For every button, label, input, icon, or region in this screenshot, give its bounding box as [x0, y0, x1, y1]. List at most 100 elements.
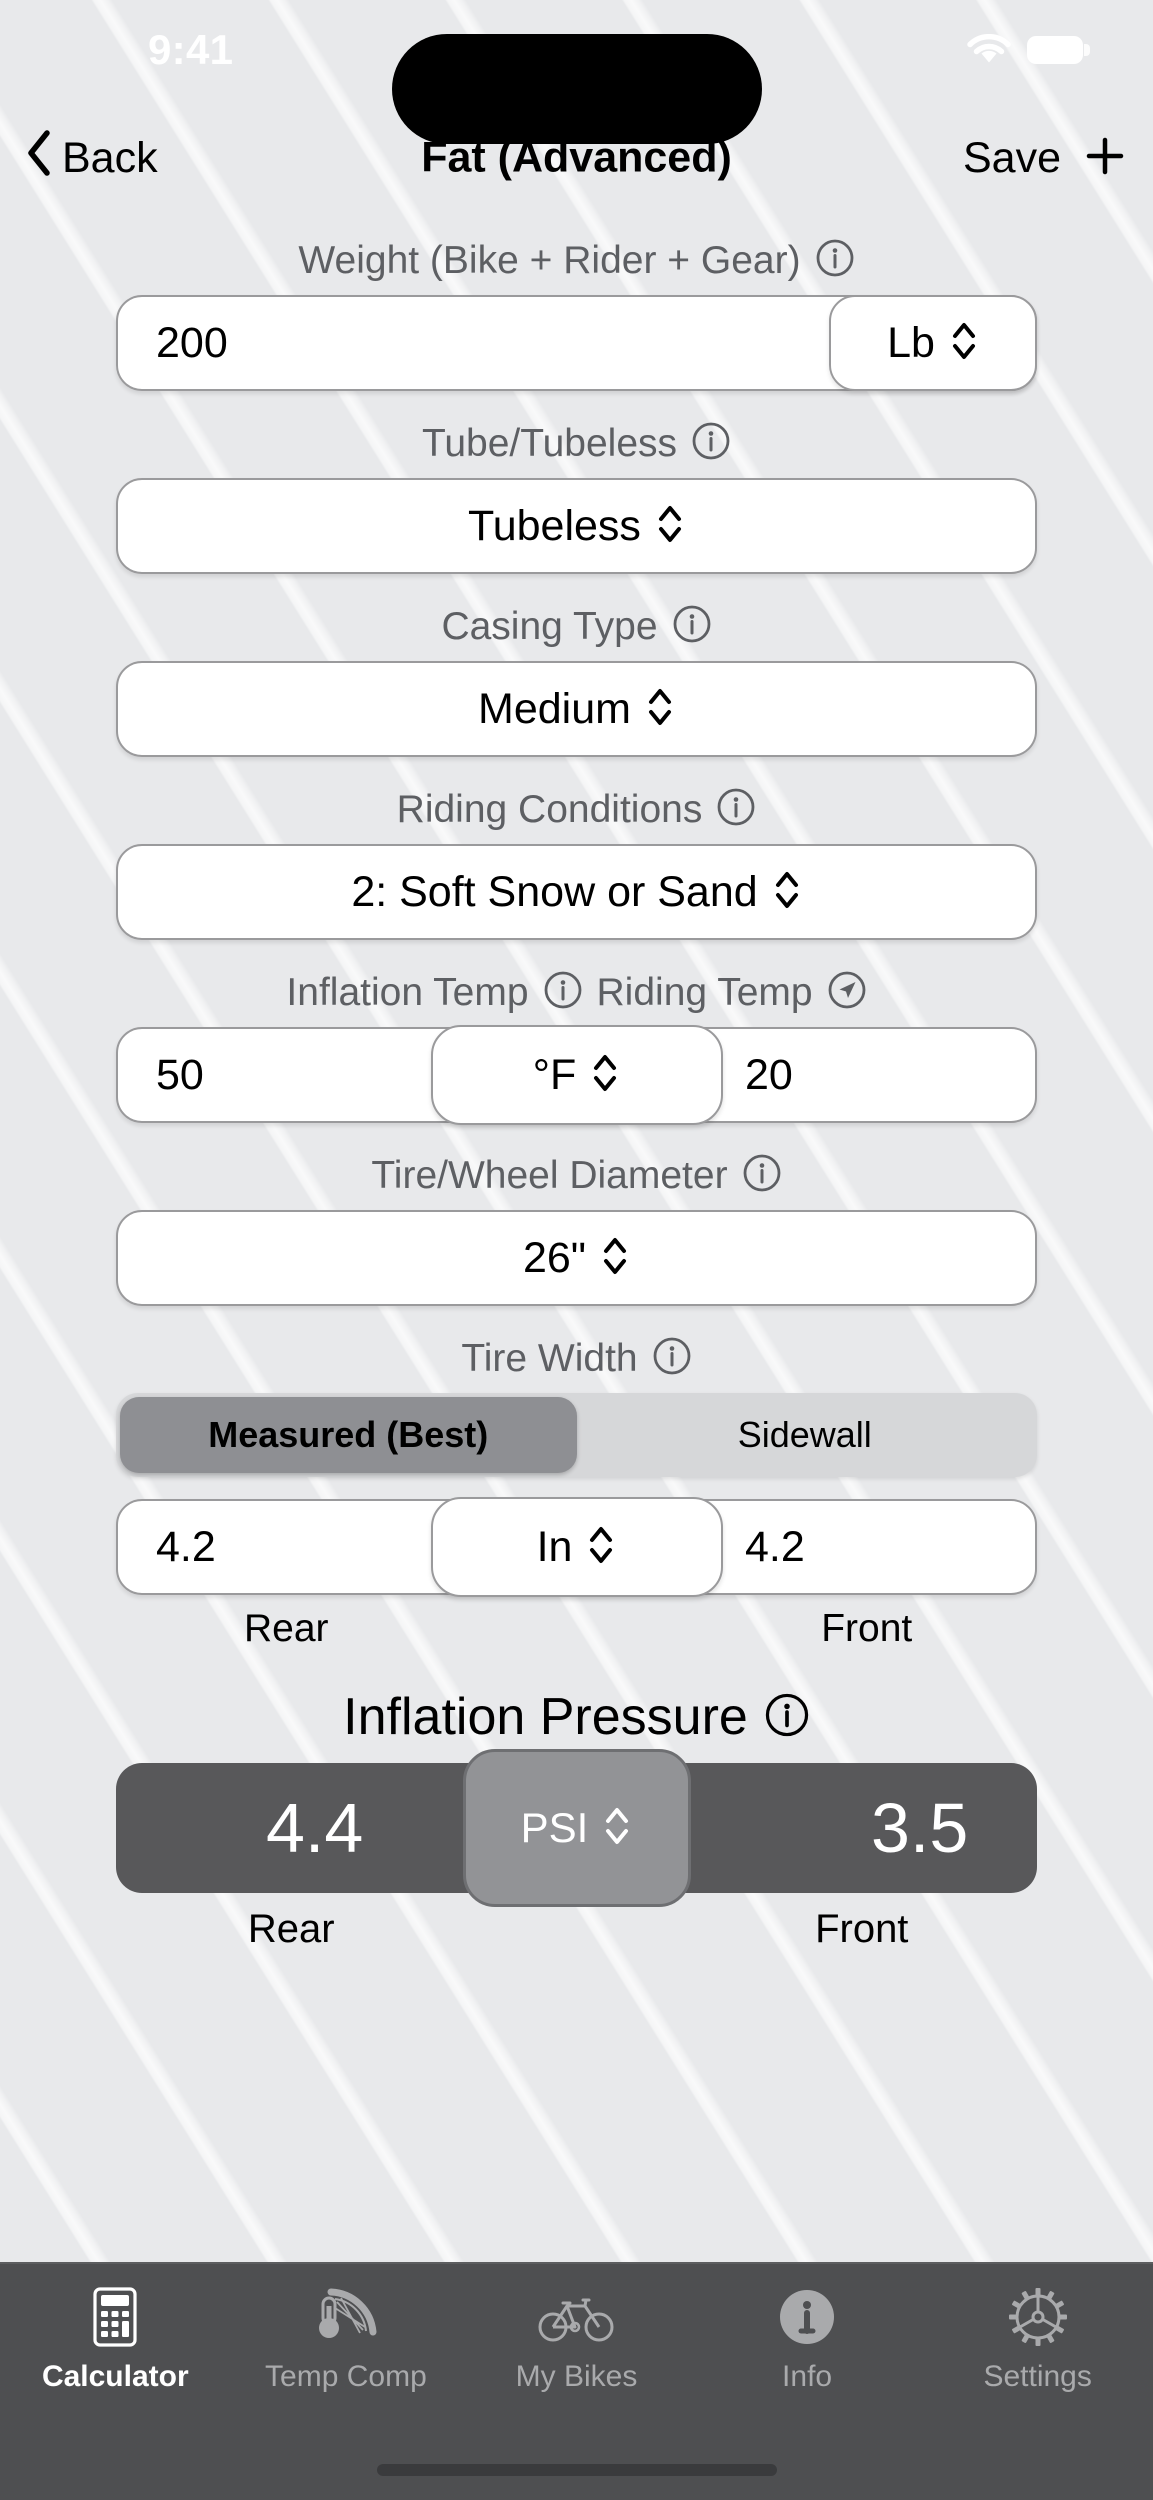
riding-conditions-picker[interactable]: 2: Soft Snow or Sand — [116, 844, 1037, 940]
wifi-icon — [967, 34, 1011, 66]
temperature-unit-picker[interactable]: °F — [430, 1025, 723, 1125]
chevron-left-icon — [26, 129, 52, 187]
pressure-unit-picker[interactable]: PSI — [462, 1749, 691, 1907]
tab-calculator-label: Calculator — [41, 2360, 189, 2393]
riding-temp-value[interactable]: 20 — [745, 1051, 793, 1100]
segment-measured[interactable]: Measured (Best) — [120, 1397, 577, 1473]
result-title: Inflation Pressure — [343, 1688, 748, 1746]
field-tire-wheel-diameter: Tire/Wheel Diameter 26" — [116, 1153, 1037, 1306]
weight-input-row: 200 Lb — [116, 295, 1037, 391]
result-rear-caption: Rear — [247, 1907, 335, 1951]
info-icon[interactable] — [742, 1153, 782, 1198]
weight-unit-value: Lb — [887, 318, 935, 367]
location-arrow-icon[interactable] — [827, 970, 867, 1015]
status-indicators — [967, 34, 1083, 66]
tire-width-unit-value: In — [536, 1522, 573, 1571]
tire-width-unit-picker[interactable]: In — [430, 1497, 723, 1597]
inflation-temp-value[interactable]: 50 — [118, 1051, 204, 1100]
info-icon[interactable] — [764, 1692, 810, 1743]
diameter-value: 26" — [522, 1233, 587, 1282]
tire-width-input-row: 4.2 4.2 In — [116, 1497, 1037, 1597]
tube-tubeless-value: Tubeless — [468, 501, 641, 550]
tube-tubeless-picker[interactable]: Tubeless — [116, 478, 1037, 574]
riding-temp-label: Riding Temp — [596, 970, 813, 1014]
field-riding-conditions: Riding Conditions 2: Soft Snow or Sand — [116, 787, 1037, 940]
pressure-unit-value: PSI — [520, 1804, 589, 1851]
tire-width-label-row: Tire Width — [116, 1336, 1037, 1381]
tab-temp-comp[interactable]: Temp Comp — [231, 2286, 462, 2394]
tire-width-source-segmented-control: Measured (Best) Sidewall — [116, 1393, 1037, 1477]
info-icon[interactable] — [815, 238, 855, 283]
nav-right-actions: Save — [963, 134, 1127, 183]
up-down-chevron-icon — [590, 1048, 620, 1103]
tab-info[interactable]: Info — [692, 2286, 923, 2394]
tire-width-front-value[interactable]: 4.2 — [745, 1523, 805, 1572]
casing-type-label-row: Casing Type — [116, 604, 1037, 649]
bicycle-icon — [537, 2286, 615, 2348]
tire-width-label: Tire Width — [461, 1336, 638, 1380]
weight-label: Weight (Bike + Rider + Gear) — [298, 238, 801, 282]
result-front-caption: Front — [815, 1907, 909, 1951]
tire-width-front-caption: Front — [821, 1607, 913, 1650]
info-icon[interactable] — [716, 787, 756, 832]
result-front-value: 3.5 — [871, 1789, 969, 1867]
tire-width-rear-value[interactable]: 4.2 — [118, 1523, 216, 1572]
casing-type-label: Casing Type — [441, 604, 658, 648]
diameter-label: Tire/Wheel Diameter — [371, 1153, 728, 1197]
up-down-chevron-icon — [600, 1231, 630, 1286]
back-button[interactable]: Back — [26, 129, 158, 187]
segment-sidewall[interactable]: Sidewall — [577, 1397, 1034, 1473]
tab-bar: Calculator Temp Comp My Bikes Info Setti… — [0, 2262, 1153, 2440]
thermometer-wheel-icon — [311, 2286, 381, 2348]
info-icon[interactable] — [691, 421, 731, 466]
up-down-chevron-icon — [655, 499, 685, 554]
inflation-pressure-result: Inflation Pressure 4.4 3.5 PSI Rear Fron… — [116, 1687, 1037, 1952]
calculator-form: Weight (Bike + Rider + Gear) 200 Lb Tube… — [0, 208, 1153, 2262]
info-icon[interactable] — [652, 1336, 692, 1381]
tab-temp-comp-label: Temp Comp — [265, 2360, 427, 2393]
up-down-chevron-icon — [586, 1520, 616, 1575]
home-indicator[interactable] — [376, 2464, 777, 2476]
gear-sprocket-icon — [1007, 2286, 1069, 2348]
temperatures-label-row: Inflation Temp Riding Temp — [116, 970, 1037, 1015]
tab-info-label: Info — [782, 2360, 833, 2393]
casing-type-value: Medium — [478, 684, 631, 733]
tab-settings[interactable]: Settings — [922, 2286, 1153, 2394]
app-screen: 9:41 Back Fat (Advanced) Save Weight (Bi… — [0, 0, 1153, 2500]
tube-tubeless-label-row: Tube/Tubeless — [116, 421, 1037, 466]
up-down-chevron-icon — [645, 682, 675, 737]
save-button[interactable]: Save — [963, 134, 1061, 183]
field-weight: Weight (Bike + Rider + Gear) 200 Lb — [116, 238, 1037, 391]
tire-width-captions: Rear Front — [116, 1607, 1037, 1651]
diameter-picker[interactable]: 26" — [116, 1210, 1037, 1306]
up-down-chevron-icon — [949, 316, 979, 371]
field-casing-type: Casing Type Medium — [116, 604, 1037, 757]
tab-my-bikes-label: My Bikes — [515, 2360, 638, 2393]
info-icon[interactable] — [672, 604, 712, 649]
weight-value: 200 — [156, 318, 228, 367]
status-bar: 9:41 — [0, 0, 1153, 144]
result-title-row: Inflation Pressure — [116, 1687, 1037, 1747]
weight-unit-picker[interactable]: Lb — [829, 295, 1037, 391]
calculator-icon — [90, 2286, 140, 2348]
weight-label-row: Weight (Bike + Rider + Gear) — [116, 238, 1037, 283]
plus-icon[interactable] — [1083, 134, 1127, 183]
info-icon[interactable] — [543, 970, 583, 1015]
tab-my-bikes[interactable]: My Bikes — [461, 2286, 692, 2394]
diameter-label-row: Tire/Wheel Diameter — [116, 1153, 1037, 1198]
result-captions: Rear Front — [116, 1907, 1037, 1952]
casing-type-picker[interactable]: Medium — [116, 661, 1037, 757]
tab-calculator[interactable]: Calculator — [0, 2286, 231, 2394]
navigation-bar: Back Fat (Advanced) Save — [0, 108, 1153, 208]
result-values-row: 4.4 3.5 PSI — [116, 1749, 1037, 1907]
riding-conditions-value: 2: Soft Snow or Sand — [351, 867, 758, 916]
temperature-unit-value: °F — [532, 1050, 577, 1099]
riding-conditions-label-row: Riding Conditions — [116, 787, 1037, 832]
tire-width-rear-caption: Rear — [243, 1607, 329, 1650]
field-tire-width: Tire Width Measured (Best) Sidewall 4.2 … — [116, 1336, 1037, 1651]
info-filled-icon — [778, 2286, 836, 2348]
battery-icon — [1027, 36, 1083, 64]
field-temperatures: Inflation Temp Riding Temp 50 20 °F — [116, 970, 1037, 1125]
field-tube-tubeless: Tube/Tubeless Tubeless — [116, 421, 1037, 574]
status-time: 9:41 — [148, 26, 234, 73]
